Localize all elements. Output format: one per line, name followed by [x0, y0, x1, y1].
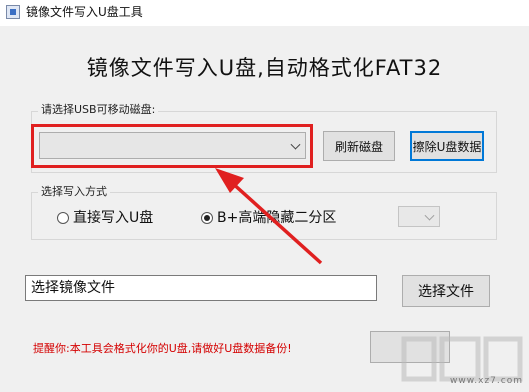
- watermark-site: www.xz7.com: [450, 376, 523, 386]
- annotation-arrow: [215, 168, 323, 265]
